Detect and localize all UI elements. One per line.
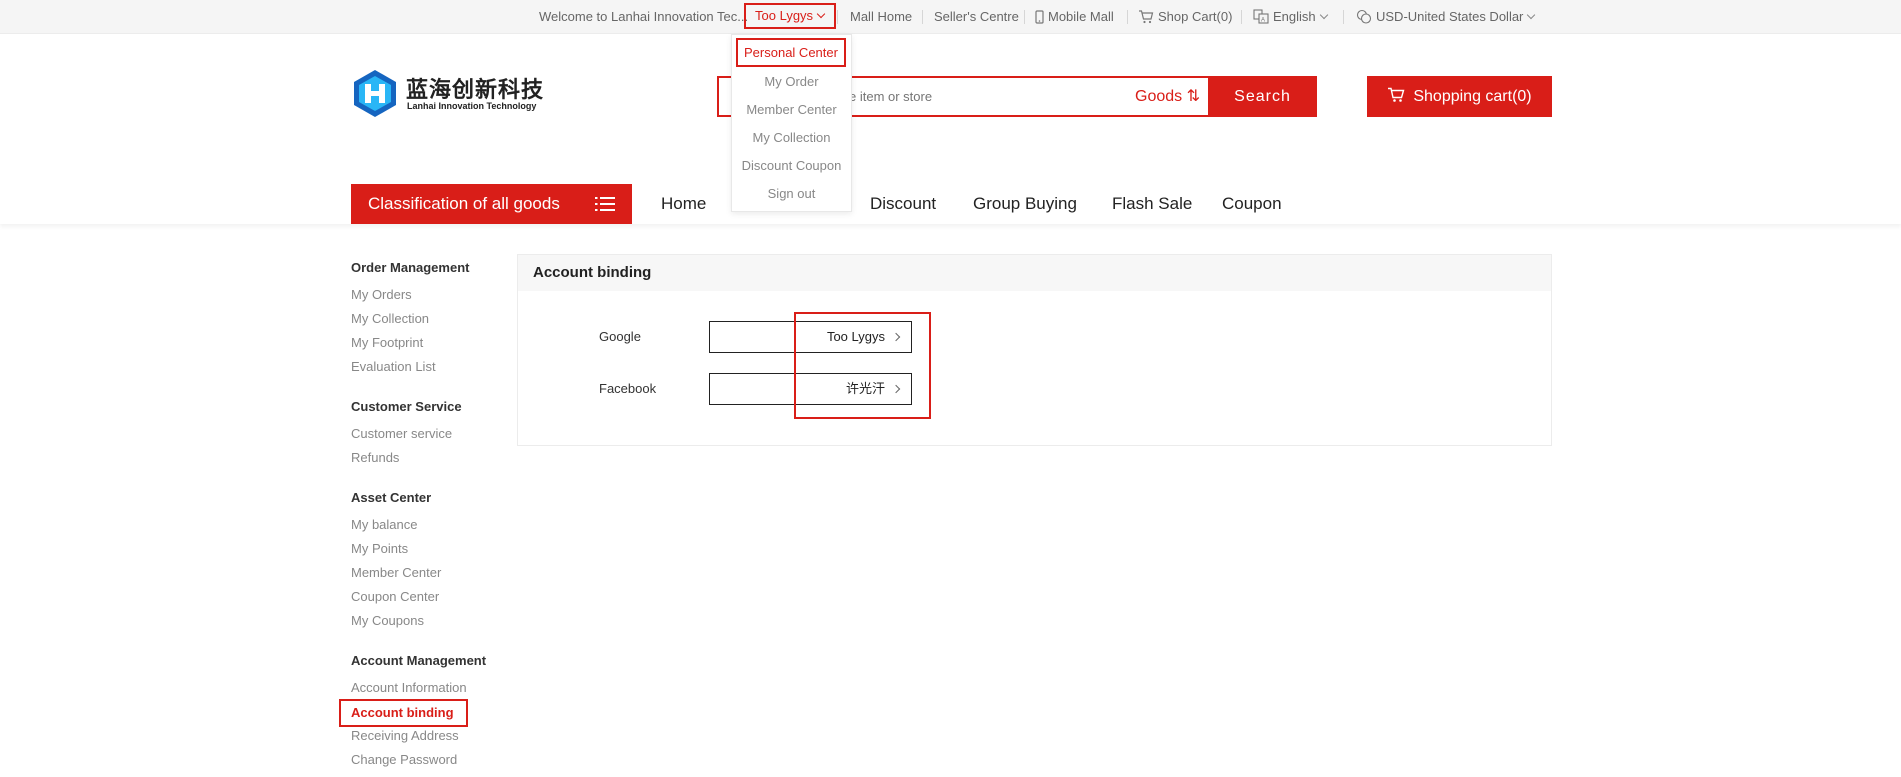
sidebar-item-customer-service[interactable]: Customer service: [351, 426, 452, 441]
mobile-mall-link[interactable]: Mobile Mall: [1035, 0, 1114, 34]
translate-icon: A: [1253, 9, 1269, 24]
menu-item-sign-out[interactable]: Sign out: [732, 184, 851, 204]
cart-icon: [1139, 9, 1154, 23]
mobile-mall-label: Mobile Mall: [1048, 9, 1114, 24]
shop-cart-label: Shop Cart(0): [1158, 9, 1233, 24]
classification-button[interactable]: Classification of all goods: [351, 184, 632, 224]
chevron-down-icon: [816, 9, 826, 19]
shopping-cart-button[interactable]: Shopping cart(0): [1367, 76, 1552, 117]
language-selector[interactable]: A English: [1253, 0, 1328, 34]
sidebar-item-evaluation-list[interactable]: Evaluation List: [351, 359, 436, 374]
sidebar-heading-customer-service: Customer Service: [351, 399, 462, 414]
nav-group-buying[interactable]: Group Buying: [973, 184, 1077, 224]
sidebar-item-receiving-address[interactable]: Receiving Address: [351, 728, 459, 743]
sidebar-heading-asset-center: Asset Center: [351, 490, 432, 505]
nav-discount[interactable]: Discount: [870, 184, 936, 224]
separator: [1024, 10, 1025, 24]
currency-icon: [1356, 10, 1372, 24]
sidebar-heading-order-management: Order Management: [351, 260, 470, 275]
chevron-down-icon: [1527, 10, 1536, 20]
sidebar-item-my-orders[interactable]: My Orders: [351, 287, 412, 302]
currency-selector[interactable]: USD-United States Dollar: [1356, 0, 1536, 34]
shop-cart-link[interactable]: Shop Cart(0): [1138, 0, 1232, 34]
logo-text-cn: 蓝海创新科技: [406, 77, 545, 102]
panel-title: Account binding: [518, 255, 1551, 291]
logo-text-en: Lanhai Innovation Technology: [407, 101, 537, 111]
mall-home-link[interactable]: Mall Home: [850, 0, 912, 34]
nav-coupon[interactable]: Coupon: [1222, 184, 1282, 224]
sidebar-item-my-coupons[interactable]: My Coupons: [351, 613, 424, 628]
sidebar-item-my-points[interactable]: My Points: [351, 541, 408, 556]
top-bar: Welcome to Lanhai Innovation Tec... Too …: [0, 0, 1901, 34]
search-type-selector[interactable]: Goods ⇅: [1135, 76, 1200, 117]
user-name: Too Lygys: [755, 8, 814, 23]
cart-icon: [1388, 87, 1405, 102]
separator: [837, 10, 838, 24]
sellers-centre-link[interactable]: Seller's Centre: [934, 0, 1019, 34]
language-label: English: [1273, 9, 1316, 24]
user-menu-trigger[interactable]: Too Lygys: [744, 3, 836, 29]
sidebar-item-account-information[interactable]: Account Information: [351, 680, 467, 695]
menu-item-personal-center[interactable]: Personal Center: [736, 38, 846, 67]
menu-item-my-collection[interactable]: My Collection: [732, 128, 851, 148]
sidebar-item-my-balance[interactable]: My balance: [351, 517, 417, 532]
sidebar-item-my-footprint[interactable]: My Footprint: [351, 335, 423, 350]
main-nav: Classification of all goods Home Discoun…: [0, 184, 1901, 224]
binding-label-facebook: Facebook: [599, 381, 657, 396]
sidebar-item-account-binding[interactable]: Account binding: [339, 699, 468, 727]
sidebar-heading-account-management: Account Management: [351, 653, 487, 668]
svg-text:A: A: [1261, 18, 1265, 24]
nav-flash-sale[interactable]: Flash Sale: [1112, 184, 1192, 224]
search-button[interactable]: Search: [1208, 76, 1317, 117]
logo-icon: [354, 70, 396, 117]
classification-label: Classification of all goods: [368, 194, 560, 213]
separator: [1127, 10, 1128, 24]
list-icon: [595, 197, 615, 211]
separator: [1241, 10, 1242, 24]
site-logo[interactable]: 蓝海创新科技 Lanhai Innovation Technology: [350, 68, 550, 120]
separator: [922, 10, 923, 24]
chevron-down-icon: [1319, 10, 1328, 20]
sidebar-item-my-collection[interactable]: My Collection: [351, 311, 429, 326]
binding-label-google: Google: [599, 329, 641, 344]
account-binding-panel: Account binding Google Too Lygys Faceboo…: [517, 254, 1552, 446]
nav-home[interactable]: Home: [661, 184, 706, 224]
menu-item-discount-coupon[interactable]: Discount Coupon: [732, 156, 851, 176]
sidebar-item-refunds[interactable]: Refunds: [351, 450, 399, 465]
menu-item-my-order[interactable]: My Order: [732, 72, 851, 92]
separator: [1343, 10, 1344, 24]
shopping-cart-label: Shopping cart(0): [1413, 88, 1532, 105]
sidebar-item-coupon-center[interactable]: Coupon Center: [351, 589, 439, 604]
mobile-icon: [1035, 9, 1044, 24]
user-dropdown-menu: Personal Center My Order Member Center M…: [731, 34, 852, 212]
welcome-text: Welcome to Lanhai Innovation Tec...: [539, 9, 749, 24]
menu-item-member-center[interactable]: Member Center: [732, 100, 851, 120]
sidebar-item-change-password[interactable]: Change Password: [351, 752, 457, 767]
currency-label: USD-United States Dollar: [1376, 9, 1524, 24]
highlight-box: [794, 312, 931, 419]
sidebar-item-member-center[interactable]: Member Center: [351, 565, 441, 580]
